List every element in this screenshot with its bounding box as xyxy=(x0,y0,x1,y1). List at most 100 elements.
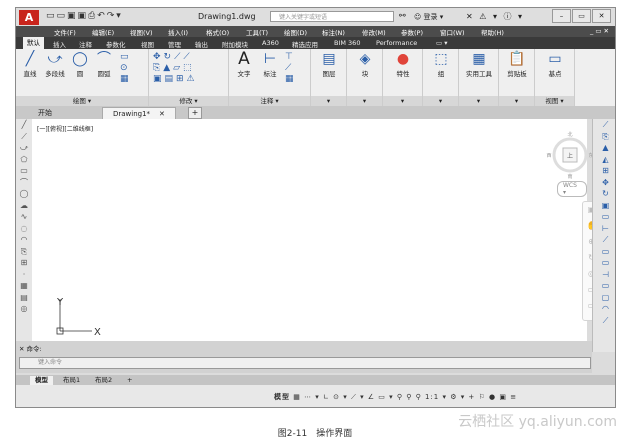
tab-addins[interactable]: 附加模块 xyxy=(222,39,248,49)
command-history: ✕ 命令: xyxy=(19,343,42,353)
annotation-small-tools[interactable]: ⊤ ⟋ ▦ xyxy=(285,52,297,85)
viewcube[interactable]: 上 北 南 西 东 xyxy=(546,131,594,179)
tab-parametric[interactable]: 参数化 xyxy=(106,39,126,49)
viewport-label[interactable]: [一][俯视][二维线框] xyxy=(37,124,93,133)
clipboard-icon: 📋 xyxy=(508,51,526,67)
text-tool[interactable]: A 文字 xyxy=(233,50,255,78)
tab-annotate[interactable]: 注释 xyxy=(79,39,92,49)
maximize-button[interactable]: ▭ xyxy=(572,9,591,23)
menu-window[interactable]: 窗口(W) xyxy=(440,27,465,37)
circle-tool[interactable]: ◯ 圆 xyxy=(70,50,90,78)
tab-featured-apps[interactable]: 精选应用 xyxy=(292,39,318,49)
ribbon-toggle-icon[interactable]: ▭ ▾ xyxy=(436,39,447,47)
menu-doc-controls[interactable]: _ ▭ ✕ xyxy=(590,27,609,35)
utilities-dropdown[interactable]: ▾ xyxy=(459,96,498,106)
command-input[interactable]: 键入命令 xyxy=(19,357,591,369)
menu-file[interactable]: 文件(F) xyxy=(54,27,76,37)
layout-tabs: 模型 布局1 布局2 + xyxy=(16,375,615,385)
modify-toolbar-right[interactable]: ⟋ ⎘ ▲ ◭ ⊞ ✥ ↻ ▣ ▭ ⊢ ⟋ ▭ ▭ ⊣ ▭ ▢ ◠ ⟋ xyxy=(592,119,615,352)
tab-layout2[interactable]: 布局2 xyxy=(90,376,117,385)
tab-bim360[interactable]: BIM 360 xyxy=(334,39,360,47)
annotation-scale[interactable]: 1:1 ▾ xyxy=(425,393,447,401)
ribbon-tabs: 默认 插入 注释 参数化 视图 管理 输出 附加模块 A360 精选应用 BIM… xyxy=(16,37,615,49)
draw-group-label[interactable]: 绘图 ▾ xyxy=(16,96,148,106)
login-button[interactable]: ☺ 登录 ▾ xyxy=(414,12,443,22)
properties-dropdown[interactable]: ▾ xyxy=(383,96,422,106)
drawing-canvas[interactable]: [一][俯视][二维线框] 上 北 南 西 东 WCS ▾ ▣✋⊕↻◎▭▭ Y … xyxy=(32,119,601,341)
layers-tool[interactable]: ▤ 图层 xyxy=(316,50,342,78)
exchange-icons[interactable]: ✕ ⚠ ▾ ⓘ ▾ xyxy=(466,11,524,22)
arc-tool[interactable]: ⌒ 圆弧 xyxy=(93,50,115,78)
tab-start[interactable]: 开始 xyxy=(28,107,62,119)
close-command-icon[interactable]: ✕ xyxy=(19,345,24,353)
new-tab-button[interactable]: + xyxy=(188,107,202,119)
properties-group: ● 特性 ▾ xyxy=(383,49,423,106)
ribbon-panel: ╱ 直线 ⤻ 多段线 ◯ 圆 ⌒ 圆弧 ▭ ⊙ ▦ 绘图 ▾ ✥↻⟋⟋ ⎘▲▱⬚ ▣▤⊞⚠ 修改… xyxy=(16,49,615,107)
command-history-text: 命令: xyxy=(26,345,42,353)
menu-insert[interactable]: 插入(I) xyxy=(168,27,188,37)
tab-default[interactable]: 默认 xyxy=(23,37,44,49)
menu-modify[interactable]: 修改(M) xyxy=(362,27,386,37)
tab-manage[interactable]: 管理 xyxy=(168,39,181,49)
close-button[interactable]: ✕ xyxy=(592,9,611,23)
annotation-group-label[interactable]: 注释 ▾ xyxy=(229,96,310,106)
draw-small-tools[interactable]: ▭ ⊙ ▦ xyxy=(120,52,132,85)
menu-help[interactable]: 帮助(H) xyxy=(481,27,504,37)
polyline-tool[interactable]: ⤻ 多段线 xyxy=(43,50,67,78)
modify-tools[interactable]: ✥↻⟋⟋ ⎘▲▱⬚ ▣▤⊞⚠ xyxy=(153,52,198,85)
tab-performance[interactable]: Performance xyxy=(376,39,417,47)
menu-view[interactable]: 视图(V) xyxy=(130,27,153,37)
layers-dropdown[interactable]: ▾ xyxy=(311,96,346,106)
menu-draw[interactable]: 绘图(D) xyxy=(284,27,307,37)
menu-parametric[interactable]: 参数(P) xyxy=(401,27,423,37)
polyline-icon: ⤻ xyxy=(47,51,63,67)
tab-a360[interactable]: A360 xyxy=(262,39,279,47)
modify-group-label[interactable]: 修改 ▾ xyxy=(149,96,228,106)
document-tabs: 开始 Drawing1* ✕ + xyxy=(16,106,615,120)
menu-dimension[interactable]: 标注(N) xyxy=(322,27,345,37)
model-space-label[interactable]: 模型 xyxy=(274,393,290,401)
basepoint-label: 基点 xyxy=(548,70,562,78)
new-layout-button[interactable]: + xyxy=(122,376,137,385)
wcs-menu[interactable]: WCS ▾ xyxy=(557,181,587,197)
line-label: 直线 xyxy=(23,70,37,78)
view-group-label[interactable]: 视图 ▾ xyxy=(535,96,574,106)
block-dropdown[interactable]: ▾ xyxy=(347,96,382,106)
menu-format[interactable]: 格式(O) xyxy=(206,27,229,37)
minimize-button[interactable]: – xyxy=(552,9,571,23)
figure-caption: 图2-11 操作界面 xyxy=(277,429,353,439)
tab-output[interactable]: 输出 xyxy=(195,39,208,49)
block-tool[interactable]: ◈ 块 xyxy=(352,50,378,78)
text-icon: A xyxy=(238,49,250,69)
tab-insert[interactable]: 插入 xyxy=(53,39,66,49)
ucs-icon: Y X xyxy=(56,297,101,338)
command-window: ✕ 命令: 键入命令 xyxy=(16,341,592,373)
dimension-tool[interactable]: ⊢ 标注 xyxy=(259,50,281,78)
group-tool[interactable]: ⬚ 组 xyxy=(428,50,454,78)
group-label: 组 xyxy=(437,70,445,78)
basepoint-tool[interactable]: ▭ 基点 xyxy=(541,50,569,78)
tab-model[interactable]: 模型 xyxy=(30,376,53,385)
utilities-tool[interactable]: ▦ 实用工具 xyxy=(462,50,496,78)
autocad-logo-icon[interactable]: A xyxy=(19,10,39,25)
basepoint-icon: ▭ xyxy=(548,51,562,67)
menu-edit[interactable]: 编辑(E) xyxy=(92,27,114,37)
close-tab-icon[interactable]: ✕ xyxy=(159,110,165,118)
tab-view[interactable]: 视图 xyxy=(141,39,154,49)
properties-tool[interactable]: ● 特性 xyxy=(389,50,417,78)
utilities-group: ▦ 实用工具 ▾ xyxy=(459,49,499,106)
text-label: 文字 xyxy=(237,70,251,78)
menu-tools[interactable]: 工具(T) xyxy=(246,27,268,37)
arc-label: 圆弧 xyxy=(97,70,111,78)
binoculars-icon[interactable]: ⚯ xyxy=(399,11,406,20)
draw-toolbar-left[interactable]: ╱ ⟋ ⤻ ⬠ ▭ ⌒ ◯ ☁ ∿ ◌ ◠ ⎘ ⊞ · ▦ ▤ ◎ xyxy=(16,119,33,341)
clipboard-dropdown[interactable]: ▾ xyxy=(499,96,534,106)
quick-access-icons[interactable]: ▭▭▣▣⎙↶↷▾ xyxy=(46,11,123,21)
status-toggles[interactable]: 模型 ▦ ⋯ ▾ ∟ ⊙ ▾ ⟋ ▾ ∠ ▭ ▾ ⚲ ⚲ ⚲ 1:1 ▾ ⚙ ▾… xyxy=(274,392,615,404)
line-tool[interactable]: ╱ 直线 xyxy=(19,50,41,78)
clipboard-tool[interactable]: 📋 剪贴板 xyxy=(502,50,532,78)
groups-dropdown[interactable]: ▾ xyxy=(423,96,458,106)
menu-bar: 文件(F) 编辑(E) 视图(V) 插入(I) 格式(O) 工具(T) 绘图(D… xyxy=(16,26,615,37)
tab-layout1[interactable]: 布局1 xyxy=(58,376,85,385)
search-input[interactable]: 键入关键字或短语 xyxy=(270,11,394,22)
